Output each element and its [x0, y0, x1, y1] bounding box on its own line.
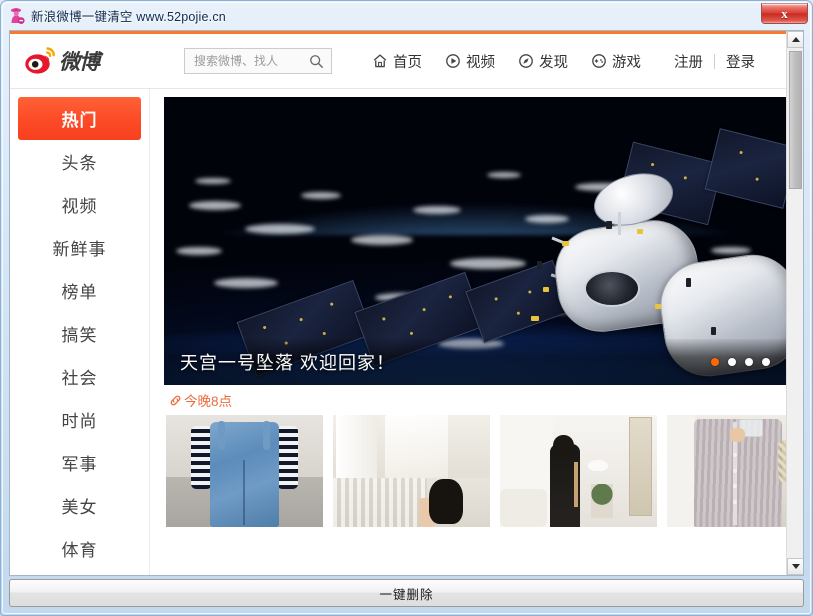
tag-label[interactable]: 今晚8点: [184, 390, 232, 410]
sidebar-item-hot[interactable]: 热门: [18, 97, 141, 140]
sidebar-item-news[interactable]: 新鲜事: [18, 226, 141, 269]
browser-client-area: 微博 搜索微博、找人 首页 视频 发现 游戏 注册 登录 热门 头条 视频 新鲜…: [9, 30, 804, 576]
sidebar-item-ranking[interactable]: 榜单: [18, 269, 141, 312]
sidebar-item-sports[interactable]: 体育: [18, 527, 141, 570]
gamepad-icon: [590, 53, 607, 70]
nav-item-video[interactable]: 视频: [433, 51, 506, 72]
sidebar-item-society[interactable]: 社会: [18, 355, 141, 398]
bottom-action-bar: 一键删除: [9, 579, 804, 607]
sidebar-item-headline[interactable]: 头条: [18, 140, 141, 183]
site-header: 微博 搜索微博、找人 首页 视频 发现 游戏 注册 登录: [10, 34, 786, 89]
login-link[interactable]: 登录: [716, 51, 765, 72]
title-bar[interactable]: 新浪微博一键清空 www.52pojie.cn x: [2, 2, 811, 28]
register-link[interactable]: 注册: [664, 51, 713, 72]
main-content: 天宫一号坠落 欢迎回家！ 今晚8点: [150, 89, 786, 575]
search-box[interactable]: [184, 48, 332, 74]
white-dress-photo[interactable]: [333, 415, 490, 527]
application-window: 新浪微博一键清空 www.52pojie.cn x 微博 搜索微博、找人 首页 …: [0, 0, 813, 616]
weibo-eye-icon: [24, 46, 57, 76]
sidebar-item-fashion[interactable]: 时尚: [18, 398, 141, 441]
sidebar-item-military[interactable]: 军事: [18, 441, 141, 484]
scroll-down-arrow[interactable]: [787, 558, 803, 575]
thumbnail-row: [164, 415, 786, 527]
weibo-logo[interactable]: 微博: [24, 46, 166, 76]
play-circle-icon: [444, 53, 461, 70]
app-icon: [7, 6, 26, 25]
hero-banner[interactable]: 天宫一号坠落 欢迎回家！: [164, 97, 786, 385]
banner-caption: 天宫一号坠落 欢迎回家！: [180, 353, 395, 373]
black-dress-room-photo[interactable]: [500, 415, 657, 527]
nav-item-home-label: 首页: [393, 54, 422, 71]
main-nav: 首页 视频 发现 游戏 注册 登录: [360, 51, 765, 72]
search-input[interactable]: [194, 54, 304, 68]
carousel-dot-1[interactable]: [711, 358, 719, 366]
close-icon: x: [781, 6, 788, 21]
nav-item-game-label: 游戏: [612, 54, 641, 71]
nav-item-video-label: 视频: [466, 54, 495, 71]
nav-divider: [714, 53, 715, 69]
chevron-down-icon: [791, 564, 800, 569]
weibo-logo-text: 微博: [59, 50, 100, 74]
weibo-page: 微博 搜索微博、找人 首页 视频 发现 游戏 注册 登录 热门 头条 视频 新鲜…: [10, 31, 786, 575]
carousel-dot-3[interactable]: [745, 358, 753, 366]
scrollbar-thumb[interactable]: [789, 51, 802, 189]
carousel-dot-4[interactable]: [762, 358, 770, 366]
search-icon[interactable]: [308, 53, 325, 70]
vertical-scrollbar[interactable]: [786, 31, 803, 575]
sidebar-item-funny[interactable]: 搞笑: [18, 312, 141, 355]
carousel-dots: [711, 358, 770, 366]
nav-item-discover[interactable]: 发现: [506, 51, 579, 72]
tag-row: 今晚8点: [164, 385, 786, 415]
compass-icon: [517, 53, 534, 70]
chevron-up-icon: [791, 37, 800, 42]
page-body: 热门 头条 视频 新鲜事 榜单 搞笑 社会 时尚 军事 美女 体育 天宫一号坠落…: [10, 89, 786, 575]
striped-shirt-dress-photo[interactable]: [667, 415, 786, 527]
sidebar-item-video[interactable]: 视频: [18, 183, 141, 226]
carousel-dot-2[interactable]: [728, 358, 736, 366]
scroll-up-arrow[interactable]: [787, 31, 803, 48]
close-button[interactable]: x: [761, 3, 808, 24]
category-sidebar: 热门 头条 视频 新鲜事 榜单 搞笑 社会 时尚 军事 美女 体育: [10, 89, 150, 575]
link-icon: [168, 393, 182, 407]
banner-caption-bar: 天宫一号坠落 欢迎回家！: [164, 339, 786, 385]
page-viewport: 微博 搜索微博、找人 首页 视频 发现 游戏 注册 登录 热门 头条 视频 新鲜…: [10, 31, 803, 575]
nav-item-game[interactable]: 游戏: [579, 51, 652, 72]
sidebar-item-beauty[interactable]: 美女: [18, 484, 141, 527]
home-icon: [371, 53, 388, 70]
nav-item-discover-label: 发现: [539, 54, 568, 71]
nav-item-home[interactable]: 首页: [360, 51, 433, 72]
denim-overalls-photo[interactable]: [166, 415, 323, 527]
delete-all-button[interactable]: 一键删除: [9, 579, 804, 607]
window-title: 新浪微博一键清空 www.52pojie.cn: [31, 9, 226, 24]
